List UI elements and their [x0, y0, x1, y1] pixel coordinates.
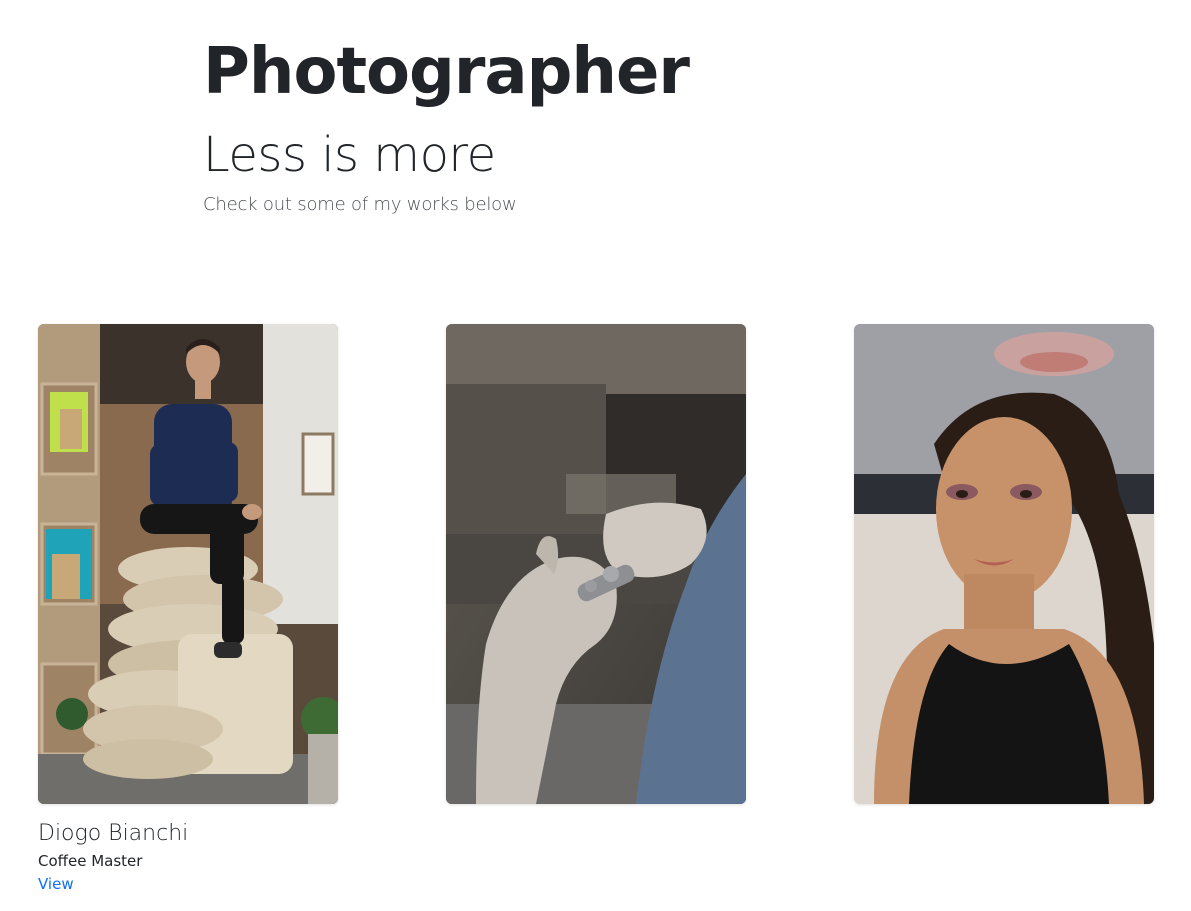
gallery-card [854, 324, 1154, 804]
page-subtitle: Less is more [203, 127, 496, 183]
gallery-card [446, 324, 746, 804]
card-role: Coffee Master [38, 852, 143, 870]
photo-image [446, 324, 746, 804]
hero: Photographer Less is more Check out some… [203, 30, 903, 220]
page-title: Photographer [203, 35, 690, 109]
page-tagline: Check out some of my works below [203, 194, 517, 215]
gallery-card: Diogo Bianchi Coffee Master View [38, 324, 338, 896]
view-link[interactable]: View [38, 872, 74, 896]
photo-craftsman-hands[interactable] [446, 324, 746, 804]
photo-coffee-master[interactable] [38, 324, 338, 804]
photo-portrait-woman[interactable] [854, 324, 1154, 804]
card-name: Diogo Bianchi [38, 821, 189, 846]
card-meta: Diogo Bianchi Coffee Master View [38, 820, 338, 896]
photo-image [854, 324, 1154, 804]
photo-image [38, 324, 338, 804]
